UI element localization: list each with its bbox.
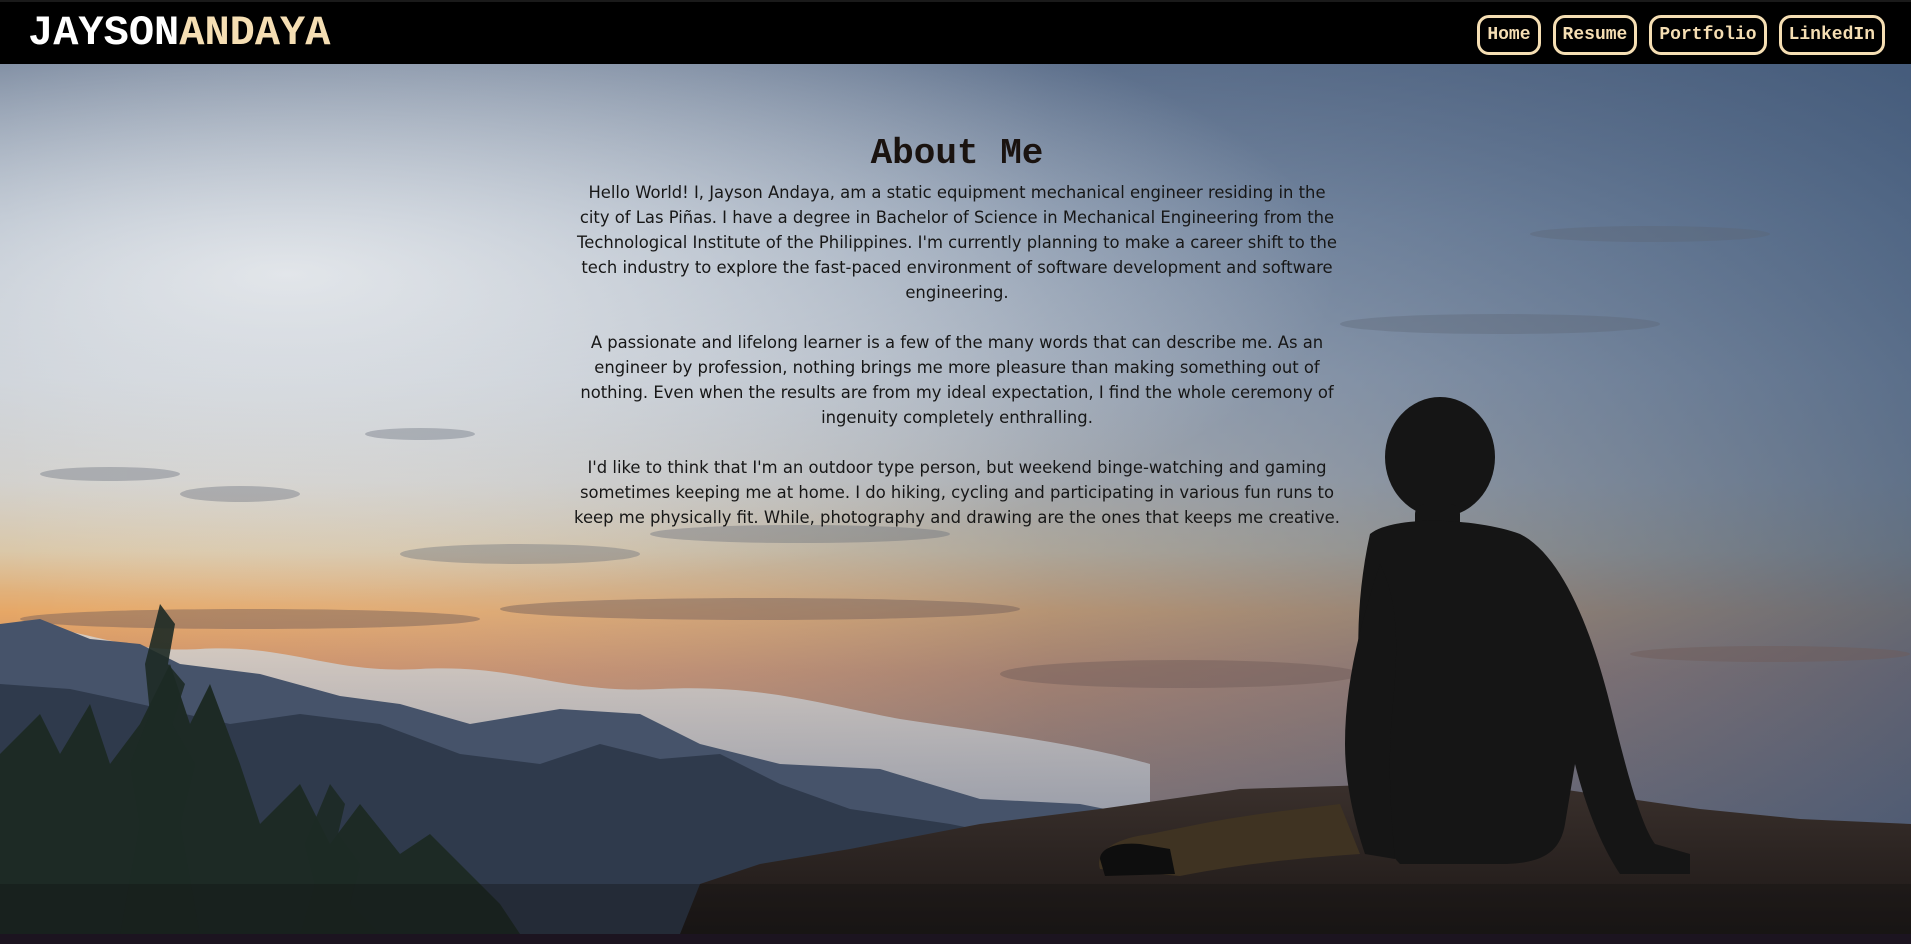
about-title: About Me bbox=[870, 133, 1044, 174]
nav-home-button[interactable]: Home bbox=[1477, 15, 1541, 55]
nav-resume-button[interactable]: Resume bbox=[1552, 15, 1638, 55]
bottom-strip bbox=[0, 934, 1911, 944]
about-section: About Me Hello World! I, Jayson Andaya, … bbox=[572, 134, 1342, 555]
site-logo[interactable]: JAYSONANDAYA bbox=[28, 8, 330, 58]
main-nav: Home Resume Portfolio LinkedIn bbox=[1477, 15, 1885, 55]
nav-linkedin-button[interactable]: LinkedIn bbox=[1778, 15, 1885, 55]
site-header: JAYSONANDAYA Home Resume Portfolio Linke… bbox=[0, 0, 1911, 64]
about-paragraph-2: A passionate and lifelong learner is a f… bbox=[580, 333, 1334, 427]
brand-first-name: JAYSON bbox=[28, 9, 180, 57]
brand-last-name: ANDAYA bbox=[179, 9, 331, 57]
about-paragraph-1: Hello World! I, Jayson Andaya, am a stat… bbox=[577, 183, 1337, 302]
about-paragraph-3: I'd like to think that I'm an outdoor ty… bbox=[574, 458, 1340, 527]
nav-portfolio-button[interactable]: Portfolio bbox=[1649, 15, 1767, 55]
about-hero: About Me Hello World! I, Jayson Andaya, … bbox=[0, 64, 1911, 934]
